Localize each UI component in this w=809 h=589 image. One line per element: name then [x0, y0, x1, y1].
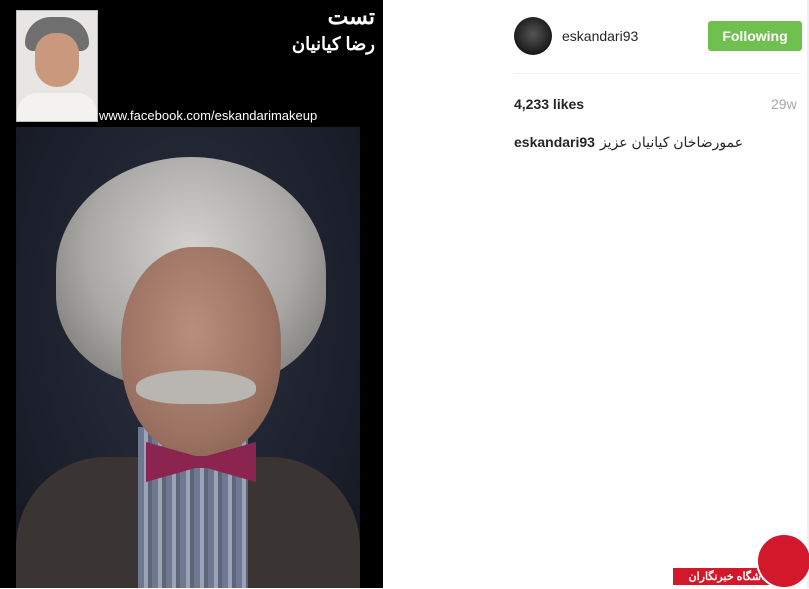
caption-username[interactable]: eskandari93: [514, 134, 595, 150]
image-subtitle: رضا کیانیان: [291, 34, 375, 54]
watermark-logo-icon: [756, 533, 809, 589]
makeup-portrait-photo: [16, 127, 360, 588]
post-image[interactable]: تست رضا کیانیان www.facebook.com/eskanda…: [0, 0, 383, 588]
avatar[interactable]: [514, 17, 552, 55]
image-url-text: www.facebook.com/eskandarimakeup: [99, 108, 318, 123]
divider: [514, 73, 801, 74]
likes-count[interactable]: 4,233 likes: [514, 96, 584, 112]
inset-portrait-photo: [16, 10, 98, 122]
username-link[interactable]: eskandari93: [562, 28, 638, 44]
image-title: تست: [327, 4, 375, 29]
post-age[interactable]: 29w: [771, 96, 797, 112]
caption-text: عمورضاخان کیانیان عزیز: [599, 134, 744, 150]
following-button[interactable]: Following: [708, 21, 802, 51]
caption: eskandari93 عمورضاخان کیانیان عزیز: [514, 134, 743, 151]
